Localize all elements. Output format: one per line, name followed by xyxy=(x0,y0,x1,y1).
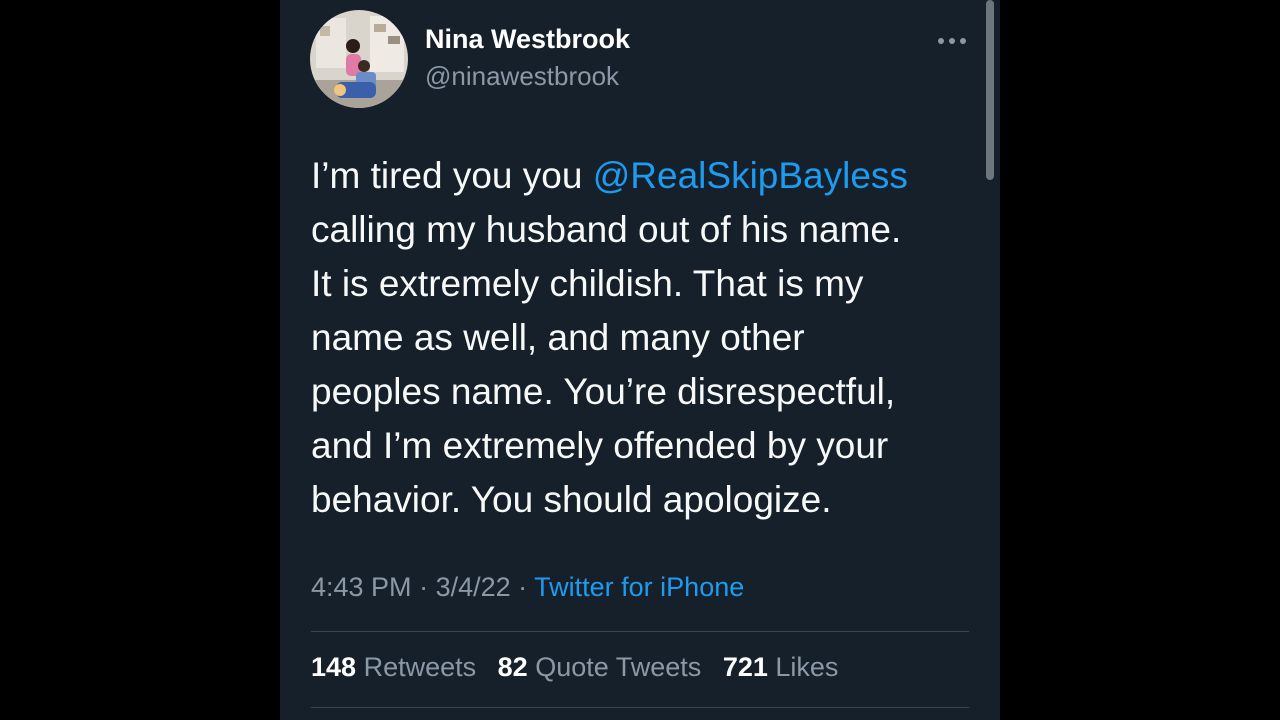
avatar[interactable] xyxy=(310,10,408,108)
tweet-time[interactable]: 4:43 PM xyxy=(311,572,412,602)
tweet-text: I’m tired you you @RealSkipBayless calli… xyxy=(311,149,981,527)
tweet-screen: Nina Westbrook @ninawestbrook I’m tired … xyxy=(280,0,1000,720)
retweets-stat[interactable]: 148 Retweets xyxy=(311,652,476,682)
tweet-metadata: 4:43 PM · 3/4/22 · Twitter for iPhone xyxy=(311,572,744,603)
likes-stat[interactable]: 721 Likes xyxy=(723,652,839,682)
retweets-label: Retweets xyxy=(356,652,477,682)
meta-separator: · xyxy=(411,572,436,602)
quote-tweets-label: Quote Tweets xyxy=(527,652,702,682)
tweet-text-rest: calling my husband out of his name. It i… xyxy=(311,209,902,520)
user-handle[interactable]: @ninawestbrook xyxy=(425,61,619,92)
quote-tweets-count: 82 xyxy=(497,652,528,682)
divider xyxy=(311,631,969,632)
tweet-text-start: I’m tired you you xyxy=(311,155,593,196)
more-button[interactable] xyxy=(932,28,972,54)
divider xyxy=(311,707,969,708)
quote-tweets-stat[interactable]: 82 Quote Tweets xyxy=(498,652,702,682)
likes-label: Likes xyxy=(767,652,839,682)
meta-separator: · xyxy=(510,572,535,602)
retweets-count: 148 xyxy=(311,652,357,682)
tweet-date[interactable]: 3/4/22 xyxy=(436,572,511,602)
engagement-stats: 148 Retweets 82 Quote Tweets 721 Likes xyxy=(311,652,852,683)
display-name[interactable]: Nina Westbrook xyxy=(425,24,630,55)
avatar-photo xyxy=(310,10,408,108)
more-horizontal-icon xyxy=(938,38,966,44)
likes-count: 721 xyxy=(722,652,768,682)
mention-link[interactable]: @RealSkipBayless xyxy=(593,155,908,196)
scrollbar[interactable] xyxy=(986,0,994,180)
tweet-source-link[interactable]: Twitter for iPhone xyxy=(534,572,744,602)
